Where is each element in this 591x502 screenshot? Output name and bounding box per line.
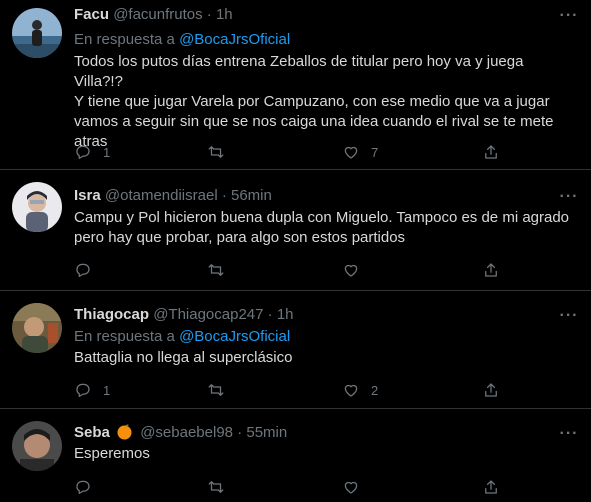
avatar[interactable]: [12, 421, 62, 471]
display-name[interactable]: Seba: [74, 424, 110, 441]
tweet-header: Seba @sebaebel98 · 55min: [74, 423, 551, 445]
tweet[interactable]: Seba @sebaebel98 · 55min ··· Esperemos: [0, 409, 591, 502]
tweet-text-line: pero hay que probar, para algo son estos…: [74, 229, 406, 246]
reply-button[interactable]: [74, 475, 103, 499]
tweet[interactable]: Facu @facunfrutos · 1h ··· En respuesta …: [0, 0, 591, 170]
replying-prefix: En respuesta a: [74, 328, 180, 345]
user-handle[interactable]: @Thiagocap247: [153, 306, 263, 323]
reply-count: 1: [103, 382, 111, 398]
heart-icon: [344, 481, 358, 494]
orange-emoji-icon: [116, 423, 133, 445]
mention-link[interactable]: @BocaJrsOficial: [179, 31, 290, 48]
tweet-text-line: Todos los putos días entrena Zeballos de…: [74, 53, 524, 90]
tweet-text-line: Y tiene que jugar Varela por Campuzano, …: [74, 93, 550, 110]
tweet-text: Esperemos: [74, 444, 574, 464]
tweet-actions: 1 2: [66, 378, 506, 402]
avatar[interactable]: [12, 8, 62, 58]
share-icon: [485, 480, 497, 494]
mention-link[interactable]: @BocaJrsOficial: [179, 328, 290, 345]
user-handle[interactable]: @otamendiisrael: [105, 187, 218, 204]
reply-button[interactable]: 1: [74, 140, 110, 164]
timestamp[interactable]: 55min: [246, 424, 287, 441]
tweet-actions: 1 7: [66, 140, 506, 164]
replying-prefix: En respuesta a: [74, 31, 180, 48]
share-icon: [485, 383, 497, 397]
retweet-icon: [208, 481, 224, 493]
tweet-text-line: vamos a seguir sin que se nos caiga una …: [74, 113, 554, 130]
reply-icon: [76, 145, 90, 160]
share-icon: [485, 263, 497, 277]
display-name[interactable]: Isra: [74, 187, 101, 204]
reply-button[interactable]: [74, 258, 103, 282]
reply-icon: [76, 263, 90, 278]
tweet-actions: [66, 258, 506, 282]
share-icon: [485, 145, 497, 159]
share-button[interactable]: [482, 258, 500, 282]
tweet-text-line: Esperemos: [74, 445, 150, 462]
user-handle[interactable]: @sebaebel98: [140, 424, 233, 441]
timestamp[interactable]: 1h: [277, 306, 294, 323]
timestamp[interactable]: 1h: [216, 6, 233, 23]
retweet-button[interactable]: [207, 140, 236, 164]
separator-dot: ·: [206, 6, 212, 23]
retweet-icon: [208, 146, 224, 158]
more-options-icon[interactable]: ···: [559, 6, 579, 26]
retweet-button[interactable]: [207, 378, 236, 402]
tweet-text: Battaglia no llega al superclásico: [74, 348, 574, 368]
tweet-text-line: Campu y Pol hicieron buena dupla con Mig…: [74, 209, 570, 226]
separator-dot: ·: [267, 306, 273, 323]
like-button[interactable]: 2: [342, 378, 378, 402]
share-button[interactable]: [482, 378, 500, 402]
tweet[interactable]: Isra @otamendiisrael · 56min ··· Campu y…: [0, 170, 591, 291]
reply-icon: [76, 383, 90, 398]
replying-to: En respuesta a @BocaJrsOficial: [74, 30, 290, 49]
display-name[interactable]: Facu: [74, 6, 109, 23]
retweet-button[interactable]: [207, 475, 236, 499]
reply-icon: [76, 480, 90, 495]
share-button[interactable]: [482, 475, 500, 499]
heart-icon: [344, 146, 358, 159]
separator-dot: ·: [221, 187, 227, 204]
tweet-header: Isra @otamendiisrael · 56min: [74, 186, 551, 205]
like-button[interactable]: 7: [342, 140, 378, 164]
tweet-actions: [66, 475, 506, 499]
like-button[interactable]: [342, 258, 371, 282]
user-handle[interactable]: @facunfrutos: [113, 6, 202, 23]
like-button[interactable]: [342, 475, 371, 499]
heart-icon: [344, 384, 358, 397]
retweet-icon: [208, 384, 224, 396]
tweet-header: Thiagocap @Thiagocap247 · 1h: [74, 305, 551, 324]
tweet-text: Todos los putos días entrena Zeballos de…: [74, 52, 574, 152]
tweet-text: Campu y Pol hicieron buena dupla con Mig…: [74, 208, 574, 248]
retweet-button[interactable]: [207, 258, 236, 282]
more-options-icon[interactable]: ···: [559, 306, 579, 326]
like-count: 2: [371, 382, 379, 398]
reply-button[interactable]: 1: [74, 378, 110, 402]
avatar[interactable]: [12, 182, 62, 232]
more-options-icon[interactable]: ···: [559, 187, 579, 207]
replying-to: En respuesta a @BocaJrsOficial: [74, 327, 290, 346]
display-name[interactable]: Thiagocap: [74, 306, 149, 323]
share-button[interactable]: [482, 140, 500, 164]
timestamp[interactable]: 56min: [231, 187, 272, 204]
avatar[interactable]: [12, 303, 62, 353]
reply-count: 1: [103, 144, 111, 160]
tweet-header: Facu @facunfrutos · 1h: [74, 5, 551, 24]
separator-dot: ·: [237, 424, 243, 441]
more-options-icon[interactable]: ···: [559, 424, 579, 444]
like-count: 7: [371, 144, 379, 160]
tweet-text-line: Battaglia no llega al superclásico: [74, 349, 293, 366]
retweet-icon: [208, 264, 224, 276]
tweet[interactable]: Thiagocap @Thiagocap247 · 1h ··· En resp…: [0, 291, 591, 409]
heart-icon: [344, 264, 358, 277]
